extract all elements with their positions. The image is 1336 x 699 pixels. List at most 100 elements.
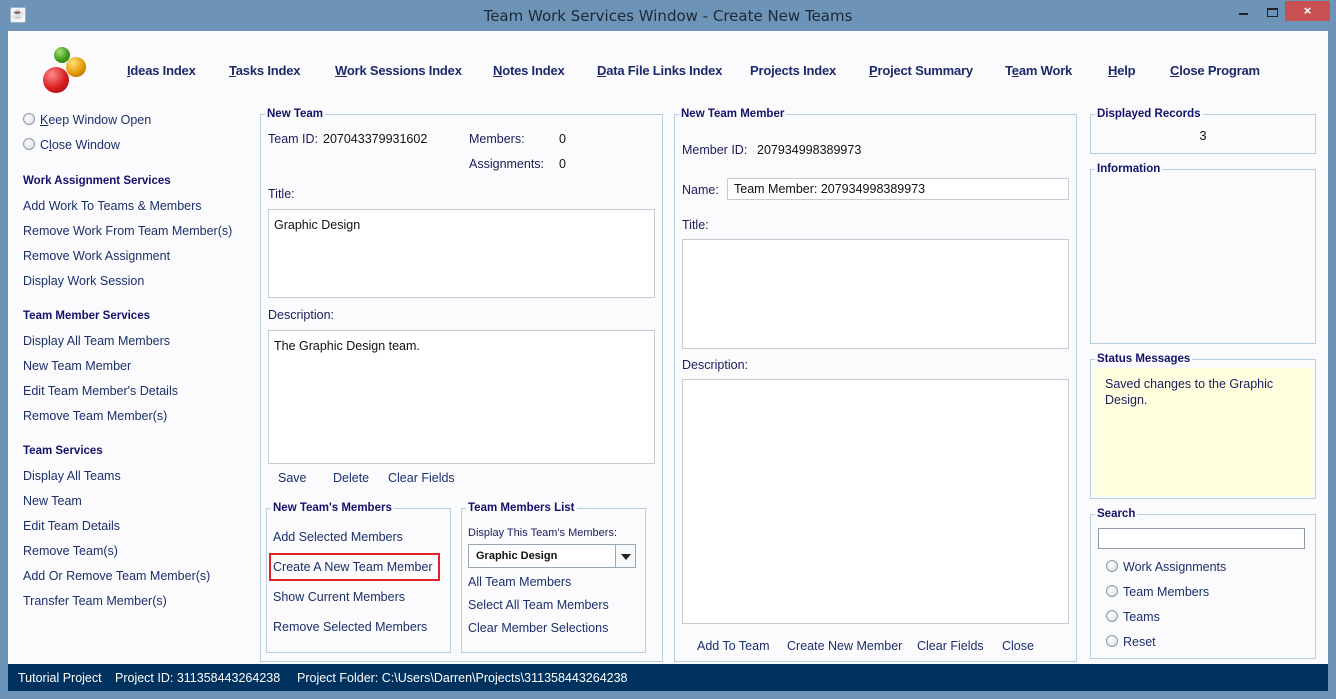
sidebar-item-remove-work-assignment[interactable]: Remove Work Assignment: [23, 249, 170, 263]
clear-member-fields-button[interactable]: Clear Fields: [917, 639, 984, 653]
app-logo: [42, 45, 90, 93]
red-ball-icon: [43, 67, 69, 93]
add-selected-members-button[interactable]: Add Selected Members: [273, 530, 403, 544]
sidebar-item-remove-work-from-member[interactable]: Remove Work From Team Member(s): [23, 224, 232, 238]
save-team-button[interactable]: Save: [278, 471, 307, 485]
radio-label: Team Members: [1123, 585, 1210, 599]
radio-icon: [1106, 585, 1118, 597]
sidebar-item-new-team[interactable]: New Team: [23, 494, 82, 508]
members-count: 0: [559, 132, 566, 146]
radio-label: Keep Window Open: [40, 113, 152, 127]
team-title-field[interactable]: Graphic Design: [268, 209, 655, 298]
displayed-records-legend: Displayed Records: [1095, 108, 1203, 120]
nav-tasks-index[interactable]: Tasks Index: [229, 63, 300, 78]
displayed-records-count: 3: [1199, 128, 1207, 143]
information-legend: Information: [1095, 163, 1163, 175]
nav-projects-index[interactable]: Projects Index: [750, 63, 836, 78]
search-team-members-radio[interactable]: Team Members: [1106, 585, 1209, 599]
dropdown-button[interactable]: [615, 545, 635, 567]
new-teams-members-group: New Team's Members Add Selected Members …: [266, 502, 451, 653]
search-legend: Search: [1095, 508, 1138, 520]
displayed-records-group: Displayed Records 3: [1090, 108, 1316, 154]
team-select-value: Graphic Design: [476, 550, 558, 562]
search-reset-radio[interactable]: Reset: [1106, 635, 1156, 649]
team-select-dropdown[interactable]: Graphic Design: [468, 544, 636, 568]
sidebar-item-transfer-members[interactable]: Transfer Team Member(s): [23, 594, 167, 608]
member-description-label: Description:: [682, 358, 748, 372]
application-window: ☕ Team Work Services Window - Create New…: [0, 0, 1336, 699]
radio-icon: [1106, 635, 1118, 647]
team-description-field[interactable]: The Graphic Design team.: [268, 330, 655, 464]
remove-selected-members-button[interactable]: Remove Selected Members: [273, 620, 427, 634]
member-id-label: Member ID:: [682, 143, 748, 157]
team-id-label: Team ID:: [268, 132, 319, 146]
close-member-button[interactable]: Close: [1002, 639, 1034, 653]
search-work-assignments-radio[interactable]: Work Assignments: [1106, 560, 1226, 574]
search-group: Search Work Assignments Team Members Tea…: [1090, 508, 1316, 659]
sidebar-item-new-team-member[interactable]: New Team Member: [23, 359, 131, 373]
member-title-field[interactable]: [682, 239, 1069, 349]
section-heading-work-assignment: Work Assignment Services: [23, 175, 171, 187]
sidebar-item-edit-member-details[interactable]: Edit Team Member's Details: [23, 384, 178, 398]
member-name-label: Name:: [682, 183, 719, 197]
sidebar-item-remove-teams[interactable]: Remove Team(s): [23, 544, 118, 558]
show-current-members-button[interactable]: Show Current Members: [273, 590, 405, 604]
nav-close-program[interactable]: Close Program: [1170, 63, 1260, 78]
new-team-legend: New Team: [265, 108, 326, 120]
section-heading-team: Team Services: [23, 445, 103, 457]
status-messages-group: Status Messages Saved changes to the Gra…: [1090, 353, 1316, 499]
search-input[interactable]: [1098, 528, 1305, 549]
project-name: Tutorial Project: [18, 671, 102, 685]
status-message-text: Saved changes to the Graphic Design.: [1093, 368, 1313, 496]
member-description-field[interactable]: [682, 379, 1069, 624]
sidebar-item-add-remove-members[interactable]: Add Or Remove Team Member(s): [23, 569, 210, 583]
radio-icon: [23, 113, 35, 125]
nav-data-file-links-index[interactable]: Data File Links Index: [597, 63, 722, 78]
member-title-label: Title:: [682, 218, 709, 232]
maximize-button[interactable]: [1259, 2, 1285, 22]
delete-team-button[interactable]: Delete: [333, 471, 369, 485]
create-new-team-member-button[interactable]: Create A New Team Member: [273, 560, 433, 574]
member-name-field[interactable]: Team Member: 207934998389973: [727, 178, 1069, 200]
nav-ideas-index[interactable]: Ideas Index: [127, 63, 196, 78]
chevron-down-icon: [621, 554, 631, 560]
nav-notes-index[interactable]: Notes Index: [493, 63, 565, 78]
sidebar-item-remove-team-members[interactable]: Remove Team Member(s): [23, 409, 167, 423]
keep-window-open-radio[interactable]: Keep Window Open: [23, 113, 151, 127]
sidebar-item-add-work[interactable]: Add Work To Teams & Members: [23, 199, 202, 213]
select-all-team-members-button[interactable]: Select All Team Members: [468, 598, 609, 612]
new-team-member-legend: New Team Member: [679, 108, 787, 120]
clear-team-fields-button[interactable]: Clear Fields: [388, 471, 455, 485]
sidebar-item-display-all-members[interactable]: Display All Team Members: [23, 334, 170, 348]
all-team-members-button[interactable]: All Team Members: [468, 575, 571, 589]
window-title: Team Work Services Window - Create New T…: [483, 7, 853, 25]
add-to-team-button[interactable]: Add To Team: [697, 639, 770, 653]
nav-help[interactable]: Help: [1108, 63, 1136, 78]
minimize-button[interactable]: [1230, 2, 1256, 22]
team-description-label: Description:: [268, 308, 334, 322]
assignments-count: 0: [559, 157, 566, 171]
radio-label: Work Assignments: [1123, 560, 1227, 574]
new-team-group: New Team Team ID: 207043379931602 Member…: [260, 108, 663, 662]
members-label: Members:: [469, 132, 525, 146]
section-heading-team-member: Team Member Services: [23, 310, 150, 322]
sidebar-item-display-work-session[interactable]: Display Work Session: [23, 274, 144, 288]
minimize-icon: [1238, 13, 1248, 15]
create-new-member-button[interactable]: Create New Member: [787, 639, 902, 653]
sidebar-item-display-all-teams[interactable]: Display All Teams: [23, 469, 121, 483]
close-window-button[interactable]: ×: [1285, 1, 1330, 21]
clear-member-selections-button[interactable]: Clear Member Selections: [468, 621, 608, 635]
nav-team-work[interactable]: Team Work: [1005, 63, 1072, 78]
sidebar-item-edit-team-details[interactable]: Edit Team Details: [23, 519, 120, 533]
nav-work-sessions-index[interactable]: Work Sessions Index: [335, 63, 462, 78]
orange-ball-icon: [66, 57, 86, 77]
status-messages-legend: Status Messages: [1095, 353, 1193, 365]
radio-icon: [23, 138, 35, 150]
close-window-radio[interactable]: Close Window: [23, 138, 120, 152]
display-team-members-label: Display This Team's Members:: [468, 527, 618, 539]
project-folder: Project Folder: C:\Users\Darren\Projects…: [297, 671, 628, 685]
title-bar[interactable]: ☕ Team Work Services Window - Create New…: [0, 0, 1336, 31]
search-teams-radio[interactable]: Teams: [1106, 610, 1160, 624]
radio-icon: [1106, 610, 1118, 622]
nav-project-summary[interactable]: Project Summary: [869, 63, 973, 78]
